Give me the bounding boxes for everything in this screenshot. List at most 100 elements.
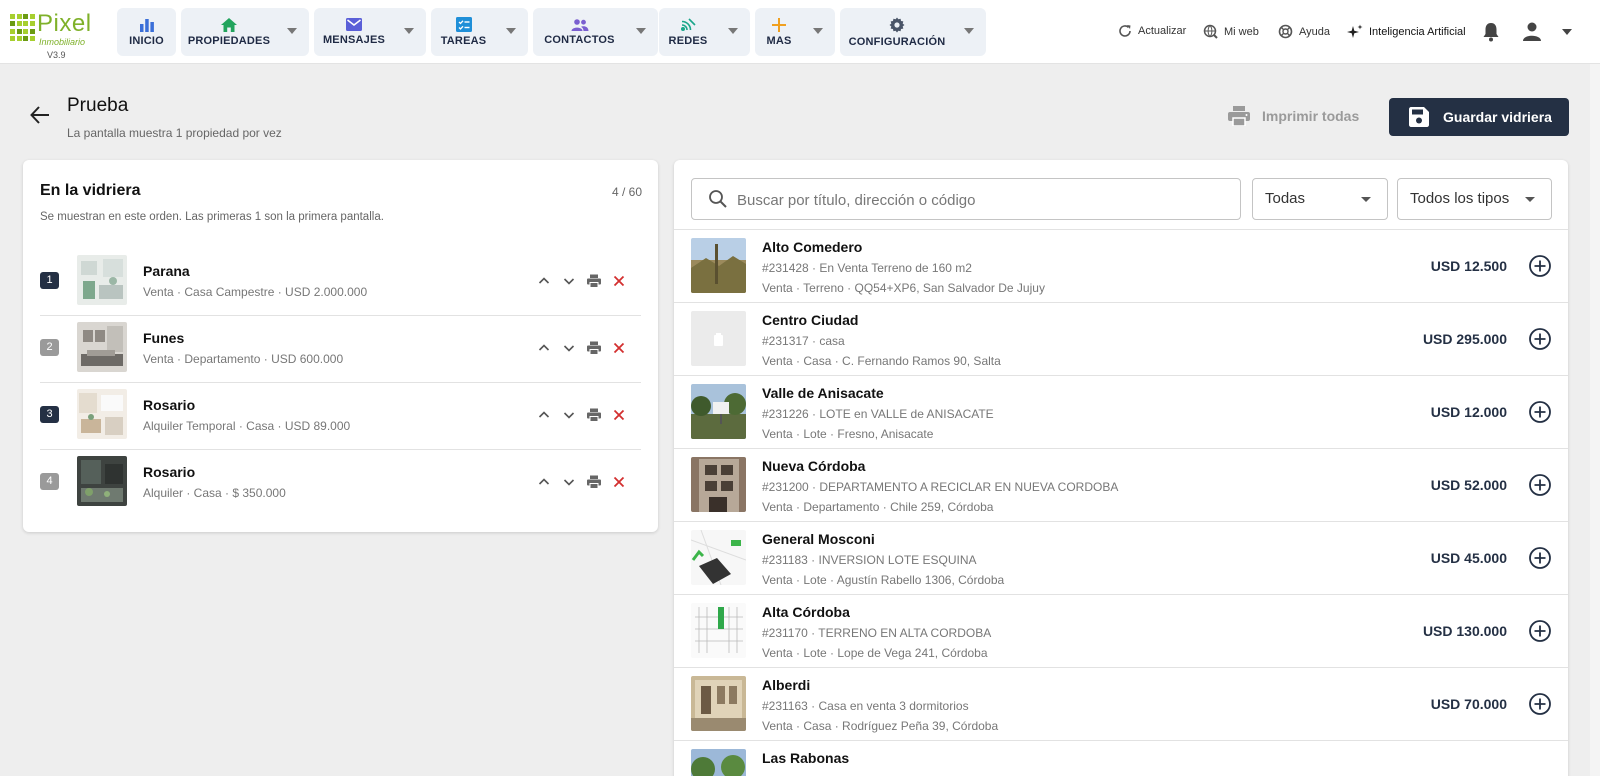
move-up-chevron-icon[interactable] — [537, 341, 551, 355]
property-catalog-panel: Todas Todos los tipos Alto Comedero #231… — [674, 160, 1568, 776]
user-avatar-icon[interactable] — [1522, 22, 1542, 41]
network-icon — [681, 17, 696, 31]
nav-inicio-button[interactable]: INICIO — [117, 8, 176, 56]
print-icon[interactable] — [587, 274, 601, 288]
bell-icon[interactable] — [1482, 22, 1500, 42]
print-icon[interactable] — [587, 341, 601, 355]
property-row: Centro Ciudad #231317 · casa Venta · Cas… — [674, 303, 1568, 376]
showcase-item-desc: Alquiler · Casa · $ 350.000 — [143, 486, 286, 500]
property-price: USD 70.000 — [1430, 696, 1507, 712]
property-code-title: #231170 · TERRENO EN ALTA CORDOBA — [762, 626, 992, 640]
property-code-title: #231163 · Casa en venta 3 dormitorios — [762, 699, 969, 713]
property-code-title: #231226 · LOTE en VALLE de ANISACATE — [762, 407, 994, 421]
search-input[interactable] — [737, 188, 1227, 212]
search-box — [691, 178, 1241, 220]
nav-label: CONFIGURACIÓN — [848, 35, 946, 48]
property-price: USD 295.000 — [1422, 331, 1507, 347]
property-row: General Mosconi #231183 · INVERSION LOTE… — [674, 522, 1568, 595]
add-circle-icon[interactable] — [1528, 400, 1552, 424]
nav-label: TAREAS — [440, 35, 487, 47]
move-down-chevron-icon[interactable] — [562, 274, 576, 288]
add-circle-icon[interactable] — [1528, 619, 1552, 643]
print-all-label: Imprimir todas — [1262, 108, 1360, 124]
chevron-down-icon[interactable] — [404, 28, 414, 34]
nav-mensajes-button[interactable]: MENSAJES — [314, 8, 426, 56]
chevron-down-icon[interactable] — [636, 28, 646, 34]
move-down-chevron-icon[interactable] — [562, 475, 576, 489]
property-thumbnail — [691, 676, 746, 731]
help-label: Ayuda — [1299, 25, 1330, 38]
nav-mas-button[interactable]: MAS — [755, 8, 835, 56]
people-icon — [571, 18, 588, 31]
chevron-down-icon[interactable] — [287, 28, 297, 34]
property-code-title: #231183 · INVERSION LOTE ESQUINA — [762, 553, 977, 567]
user-menu-chevron-icon[interactable] — [1562, 29, 1572, 35]
printer-icon — [1228, 106, 1250, 126]
pixel-logo[interactable]: Pixel Inmobiliario V3.9 — [10, 10, 105, 62]
mail-icon — [346, 18, 362, 31]
add-circle-icon[interactable] — [1528, 546, 1552, 570]
showcase-count: 4 / 60 — [611, 185, 642, 199]
remove-close-icon[interactable] — [612, 475, 626, 489]
property-thumbnail — [77, 389, 127, 439]
print-icon[interactable] — [587, 408, 601, 422]
ai-label: Inteligencia Artificial — [1369, 26, 1466, 38]
property-thumbnail — [77, 255, 127, 305]
add-circle-icon[interactable] — [1528, 692, 1552, 716]
add-circle-icon[interactable] — [1528, 473, 1552, 497]
nav-configuracion-button[interactable]: CONFIGURACIÓN — [840, 8, 986, 56]
refresh-label: Actualizar — [1138, 25, 1187, 37]
tasks-icon — [455, 17, 472, 32]
property-name: Las Rabonas — [762, 750, 850, 766]
property-thumbnail — [77, 456, 127, 506]
save-floppy-icon — [1409, 107, 1429, 127]
print-all-button[interactable]: Imprimir todas — [1228, 106, 1359, 126]
property-row: Las Rabonas — [674, 741, 1568, 776]
chevron-down-icon[interactable] — [964, 28, 974, 34]
property-details: Venta · Lote · Agustín Rabello 1306, Cór… — [762, 573, 1005, 587]
chevron-down-icon[interactable] — [506, 28, 516, 34]
back-arrow-icon[interactable] — [29, 104, 51, 126]
showcase-item-name: Parana — [143, 263, 190, 279]
logo-text: Pixel — [37, 10, 92, 37]
property-details: Venta · Casa · Rodríguez Peña 39, Córdob… — [762, 719, 999, 733]
save-showcase-button[interactable]: Guardar vidriera — [1389, 98, 1569, 136]
showcase-item-desc: Venta · Departamento · USD 600.000 — [143, 352, 344, 366]
move-down-chevron-icon[interactable] — [562, 408, 576, 422]
operation-filter-select[interactable]: Todas — [1252, 178, 1388, 220]
property-thumbnail — [691, 603, 746, 658]
nav-propiedades-button[interactable]: PROPIEDADES — [181, 8, 309, 56]
property-code-title: #231317 · casa — [762, 334, 845, 348]
chevron-down-icon[interactable] — [728, 28, 738, 34]
chevron-down-icon[interactable] — [813, 28, 823, 34]
add-circle-icon[interactable] — [1528, 327, 1552, 351]
chevron-down-icon — [1361, 197, 1371, 202]
sparkle-icon — [1347, 24, 1363, 38]
refresh-button[interactable]: Actualizar — [1118, 24, 1186, 38]
move-up-chevron-icon[interactable] — [537, 274, 551, 288]
remove-close-icon[interactable] — [612, 341, 626, 355]
showcase-item-name: Funes — [143, 330, 185, 346]
property-details: Venta · Lote · Fresno, Anisacate — [762, 427, 934, 441]
logo-subtext: Inmobiliario — [39, 37, 86, 47]
nav-tareas-button[interactable]: TAREAS — [431, 8, 528, 56]
property-name: Valle de Anisacate — [762, 385, 884, 401]
property-price: USD 45.000 — [1430, 550, 1507, 566]
nav-redes-button[interactable]: REDES — [659, 8, 750, 56]
type-filter-select[interactable]: Todos los tipos — [1397, 178, 1552, 220]
page-scrollbar[interactable] — [1590, 64, 1600, 776]
remove-close-icon[interactable] — [612, 274, 626, 288]
ai-button[interactable]: Inteligencia Artificial — [1347, 24, 1466, 40]
my-web-button[interactable]: Mi web — [1203, 24, 1259, 39]
move-up-chevron-icon[interactable] — [537, 475, 551, 489]
nav-contactos-button[interactable]: CONTACTOS — [533, 8, 658, 56]
help-button[interactable]: Ayuda — [1278, 24, 1330, 39]
print-icon[interactable] — [587, 475, 601, 489]
showcase-title: En la vidriera — [40, 182, 141, 199]
showcase-subtitle: Se muestran en este orden. Las primeras … — [40, 211, 384, 223]
remove-close-icon[interactable] — [612, 408, 626, 422]
move-down-chevron-icon[interactable] — [562, 341, 576, 355]
move-up-chevron-icon[interactable] — [537, 408, 551, 422]
add-circle-icon[interactable] — [1528, 254, 1552, 278]
property-price: USD 12.000 — [1430, 404, 1507, 420]
